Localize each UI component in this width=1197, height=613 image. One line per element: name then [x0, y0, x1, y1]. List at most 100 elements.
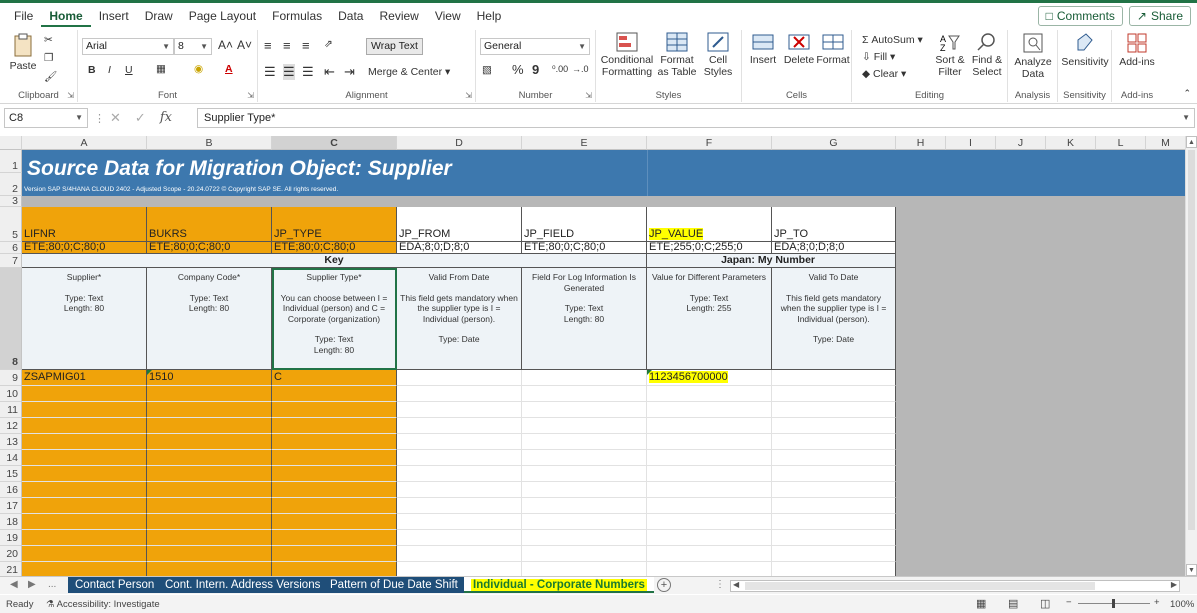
empty-cell[interactable]: [147, 562, 272, 576]
empty-cell[interactable]: [772, 466, 896, 482]
empty-cell[interactable]: [522, 498, 647, 514]
column-header[interactable]: G: [772, 136, 896, 150]
empty-cell[interactable]: [647, 418, 772, 434]
empty-cell[interactable]: [22, 498, 147, 514]
row-header[interactable]: 19: [0, 530, 22, 546]
empty-cell[interactable]: [147, 482, 272, 498]
select-all-corner[interactable]: [0, 136, 22, 150]
empty-cell[interactable]: [22, 450, 147, 466]
zoom-in-icon[interactable]: +: [1154, 597, 1160, 608]
align-top-icon[interactable]: ≡: [264, 38, 272, 53]
align-right-icon[interactable]: ☰: [302, 64, 314, 80]
empty-cell[interactable]: [647, 450, 772, 466]
empty-cell[interactable]: [647, 434, 772, 450]
empty-cell[interactable]: [647, 466, 772, 482]
empty-cell[interactable]: [272, 434, 397, 450]
row-header[interactable]: 7: [0, 254, 22, 268]
increase-decimal-button[interactable]: ⁰.00: [552, 64, 568, 75]
empty-cell[interactable]: [397, 434, 522, 450]
row-header[interactable]: 16: [0, 482, 22, 498]
name-box[interactable]: C8 ▼: [4, 108, 88, 128]
empty-cell[interactable]: [22, 530, 147, 546]
empty-cell[interactable]: [522, 402, 647, 418]
add-sheet-icon[interactable]: +: [657, 578, 671, 592]
row-header[interactable]: 18: [0, 514, 22, 530]
shrink-font-button[interactable]: A˅: [237, 38, 252, 52]
column-header[interactable]: E: [522, 136, 647, 150]
increase-indent-icon[interactable]: ⇥: [344, 64, 355, 80]
empty-cell[interactable]: [272, 466, 397, 482]
data-cell[interactable]: 1123456700000: [647, 370, 772, 386]
empty-cell[interactable]: [647, 562, 772, 576]
sensitivity-button[interactable]: Sensitivity: [1060, 32, 1110, 68]
empty-cell[interactable]: [397, 530, 522, 546]
empty-cell[interactable]: [772, 530, 896, 546]
menu-review[interactable]: Review: [371, 5, 426, 27]
empty-cell[interactable]: [397, 498, 522, 514]
row-header[interactable]: 12: [0, 418, 22, 434]
empty-cell[interactable]: [272, 386, 397, 402]
empty-cell[interactable]: [647, 482, 772, 498]
row-header[interactable]: 6: [0, 242, 22, 254]
empty-cell[interactable]: [22, 402, 147, 418]
scroll-down-icon[interactable]: ▼: [1186, 564, 1197, 576]
menu-page-layout[interactable]: Page Layout: [181, 5, 264, 27]
zoom-out-icon[interactable]: −: [1066, 597, 1072, 608]
empty-cell[interactable]: [772, 514, 896, 530]
empty-cell[interactable]: [397, 418, 522, 434]
row-header[interactable]: 11: [0, 402, 22, 418]
empty-cell[interactable]: [772, 434, 896, 450]
scroll-thumb[interactable]: [1188, 150, 1195, 530]
field-name-cell[interactable]: LIFNR: [22, 207, 147, 242]
empty-cell[interactable]: [772, 450, 896, 466]
description-cell[interactable]: Company Code* Type: Text Length: 80: [147, 268, 272, 370]
row-header[interactable]: 15: [0, 466, 22, 482]
empty-cell[interactable]: [272, 418, 397, 434]
description-cell[interactable]: Supplier* Type: Text Length: 80: [22, 268, 147, 370]
empty-cell[interactable]: [147, 530, 272, 546]
orientation-icon[interactable]: ⇗: [324, 38, 333, 50]
field-type-cell[interactable]: ETE;80;0;C;80;0: [272, 242, 397, 254]
menu-home[interactable]: Home: [41, 5, 91, 27]
empty-cell[interactable]: [397, 482, 522, 498]
empty-cell[interactable]: [22, 466, 147, 482]
field-name-cell[interactable]: JP_FIELD: [522, 207, 647, 242]
data-cell[interactable]: 1510: [147, 370, 272, 386]
menu-file[interactable]: File: [6, 5, 41, 27]
alignment-launcher-icon[interactable]: ⇲: [465, 91, 472, 100]
comma-button[interactable]: 9: [532, 62, 539, 77]
column-header[interactable]: H: [896, 136, 946, 150]
next-sheet-icon[interactable]: ▶: [28, 579, 36, 590]
empty-cell[interactable]: [272, 402, 397, 418]
field-name-cell[interactable]: JP_TYPE: [272, 207, 397, 242]
field-name-cell[interactable]: JP_FROM: [397, 207, 522, 242]
data-cell[interactable]: C: [272, 370, 397, 386]
empty-cell[interactable]: [147, 434, 272, 450]
analyze-data-button[interactable]: Analyze Data: [1012, 32, 1054, 80]
column-header[interactable]: I: [946, 136, 996, 150]
collapse-ribbon-icon[interactable]: ⌃: [1183, 88, 1191, 99]
empty-cell[interactable]: [772, 498, 896, 514]
empty-cell[interactable]: [647, 530, 772, 546]
empty-cell[interactable]: [522, 466, 647, 482]
empty-cell[interactable]: [272, 498, 397, 514]
empty-cell[interactable]: [272, 546, 397, 562]
menu-data[interactable]: Data: [330, 5, 371, 27]
font-color-icon[interactable]: A: [225, 63, 233, 75]
row-header[interactable]: 13: [0, 434, 22, 450]
page-layout-view-icon[interactable]: ▤: [1008, 597, 1018, 610]
formula-input[interactable]: Supplier Type* ▼: [197, 108, 1195, 128]
column-header[interactable]: K: [1046, 136, 1096, 150]
format-cells-button[interactable]: Format: [816, 32, 850, 66]
description-cell[interactable]: Valid From Date This field gets mandator…: [397, 268, 522, 370]
column-header[interactable]: B: [147, 136, 272, 150]
sheet-tab-contact-person[interactable]: Contact Person: [68, 577, 162, 593]
row-header[interactable]: 8: [0, 268, 22, 370]
font-name-select[interactable]: Arial ▼: [82, 38, 174, 55]
data-cell[interactable]: [522, 370, 647, 386]
empty-cell[interactable]: [647, 498, 772, 514]
empty-cell[interactable]: [522, 418, 647, 434]
field-type-cell[interactable]: EDA;8;0;D;8;0: [772, 242, 896, 254]
conditional-formatting-button[interactable]: Conditional Formatting: [600, 32, 654, 78]
field-name-cell[interactable]: BUKRS: [147, 207, 272, 242]
